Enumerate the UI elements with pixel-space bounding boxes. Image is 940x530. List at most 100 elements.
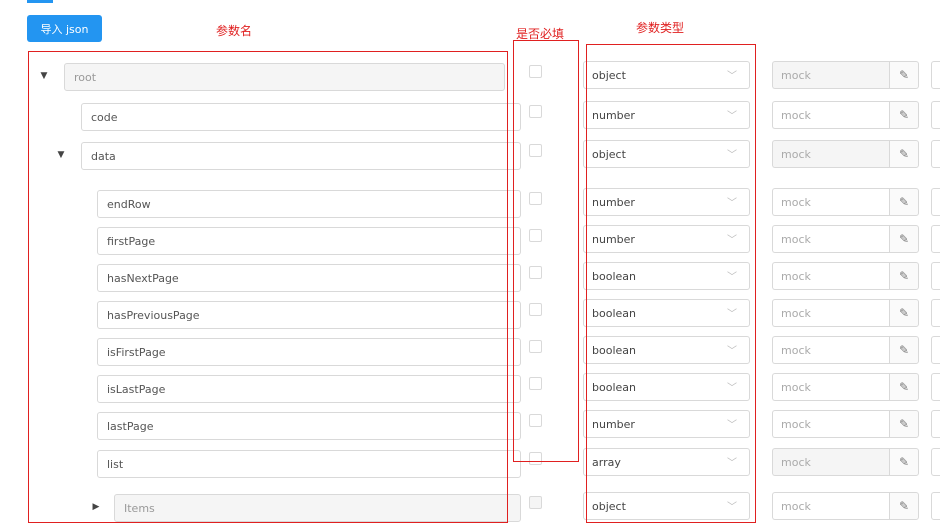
mock-input[interactable]: mock xyxy=(772,61,889,89)
chevron-down-icon: ﹀ xyxy=(727,235,737,246)
param-name-input[interactable]: list xyxy=(97,450,521,478)
row-action-button[interactable] xyxy=(931,299,940,327)
required-checkbox[interactable] xyxy=(529,105,542,118)
schema-row: code number ﹀ mock ✎ xyxy=(0,101,940,131)
row-action-button[interactable] xyxy=(931,188,940,216)
param-type-value: number xyxy=(592,232,635,246)
pencil-icon: ✎ xyxy=(898,195,910,209)
row-action-button[interactable] xyxy=(931,336,940,364)
param-name-input[interactable]: hasNextPage xyxy=(97,264,521,292)
pencil-icon: ✎ xyxy=(898,455,910,469)
param-name-input[interactable]: data xyxy=(81,142,521,170)
edit-mock-button[interactable]: ✎ xyxy=(889,410,919,438)
param-type-value: array xyxy=(592,455,621,469)
pencil-icon: ✎ xyxy=(898,108,910,122)
param-type-select[interactable]: number ﹀ xyxy=(583,225,750,253)
schema-row: isLastPage boolean ﹀ mock ✎ xyxy=(0,373,940,403)
mock-input[interactable]: mock xyxy=(772,140,889,168)
pencil-icon: ✎ xyxy=(898,499,910,513)
row-action-button[interactable] xyxy=(931,492,940,520)
edit-mock-button[interactable]: ✎ xyxy=(889,492,919,520)
schema-row: list array ﹀ mock ✎ xyxy=(0,448,940,478)
param-type-select[interactable]: object ﹀ xyxy=(583,492,750,520)
chevron-down-icon: ﹀ xyxy=(727,150,737,161)
param-type-select[interactable]: object ﹀ xyxy=(583,61,750,89)
edit-mock-button[interactable]: ✎ xyxy=(889,448,919,476)
mock-input[interactable]: mock xyxy=(772,373,889,401)
param-name-input[interactable]: isLastPage xyxy=(97,375,521,403)
param-name-input[interactable]: Items xyxy=(114,494,521,522)
param-name-input[interactable]: code xyxy=(81,103,521,131)
row-action-button[interactable] xyxy=(931,373,940,401)
annotation-param-type-label: 参数类型 xyxy=(636,21,685,35)
param-type-select[interactable]: number ﹀ xyxy=(583,188,750,216)
param-type-select[interactable]: boolean ﹀ xyxy=(583,373,750,401)
param-type-value: boolean xyxy=(592,343,636,357)
row-action-button[interactable] xyxy=(931,225,940,253)
required-checkbox[interactable] xyxy=(529,340,542,353)
param-type-select[interactable]: boolean ﹀ xyxy=(583,336,750,364)
chevron-down-icon: ﹀ xyxy=(727,383,737,394)
chevron-down-icon: ﹀ xyxy=(727,346,737,357)
required-checkbox[interactable] xyxy=(529,452,542,465)
param-type-select[interactable]: object ﹀ xyxy=(583,140,750,168)
mock-input[interactable]: mock xyxy=(772,336,889,364)
param-type-select[interactable]: boolean ﹀ xyxy=(583,262,750,290)
param-type-value: boolean xyxy=(592,269,636,283)
row-action-button[interactable] xyxy=(931,262,940,290)
required-checkbox[interactable] xyxy=(529,229,542,242)
param-type-select[interactable]: number ﹀ xyxy=(583,101,750,129)
required-checkbox[interactable] xyxy=(529,496,542,509)
required-checkbox[interactable] xyxy=(529,303,542,316)
param-name-input[interactable]: endRow xyxy=(97,190,521,218)
required-checkbox[interactable] xyxy=(529,192,542,205)
row-action-button[interactable] xyxy=(931,61,940,89)
mock-input[interactable]: mock xyxy=(772,448,889,476)
edit-mock-button[interactable]: ✎ xyxy=(889,225,919,253)
edit-mock-button[interactable]: ✎ xyxy=(889,299,919,327)
row-action-button[interactable] xyxy=(931,448,940,476)
param-type-select[interactable]: array ﹀ xyxy=(583,448,750,476)
mock-input[interactable]: mock xyxy=(772,262,889,290)
mock-input[interactable]: mock xyxy=(772,101,889,129)
edit-mock-button[interactable]: ✎ xyxy=(889,101,919,129)
edit-mock-button[interactable]: ✎ xyxy=(889,262,919,290)
mock-input[interactable]: mock xyxy=(772,299,889,327)
required-checkbox[interactable] xyxy=(529,65,542,78)
edit-mock-button[interactable]: ✎ xyxy=(889,373,919,401)
caret-down-icon[interactable]: ▼ xyxy=(55,149,67,161)
param-name-input[interactable]: hasPreviousPage xyxy=(97,301,521,329)
required-checkbox[interactable] xyxy=(529,377,542,390)
row-action-button[interactable] xyxy=(931,140,940,168)
param-type-select[interactable]: boolean ﹀ xyxy=(583,299,750,327)
mock-input[interactable]: mock xyxy=(772,410,889,438)
required-checkbox[interactable] xyxy=(529,144,542,157)
edit-mock-button[interactable]: ✎ xyxy=(889,188,919,216)
row-action-button[interactable] xyxy=(931,101,940,129)
schema-row: isFirstPage boolean ﹀ mock ✎ xyxy=(0,336,940,366)
active-tab-indicator xyxy=(27,0,53,3)
pencil-icon: ✎ xyxy=(898,68,910,82)
param-name-input[interactable]: isFirstPage xyxy=(97,338,521,366)
required-checkbox[interactable] xyxy=(529,266,542,279)
edit-mock-button[interactable]: ✎ xyxy=(889,61,919,89)
import-json-button[interactable]: 导入 json xyxy=(27,15,102,42)
edit-mock-button[interactable]: ✎ xyxy=(889,336,919,364)
param-name-input[interactable]: root xyxy=(64,63,505,91)
caret-down-icon[interactable]: ▼ xyxy=(38,70,50,82)
mock-input[interactable]: mock xyxy=(772,188,889,216)
required-checkbox[interactable] xyxy=(529,414,542,427)
param-type-value: boolean xyxy=(592,306,636,320)
chevron-down-icon: ﹀ xyxy=(727,309,737,320)
param-name-input[interactable]: firstPage xyxy=(97,227,521,255)
edit-mock-button[interactable]: ✎ xyxy=(889,140,919,168)
mock-input[interactable]: mock xyxy=(772,492,889,520)
caret-right-icon[interactable]: ▶ xyxy=(90,501,102,513)
schema-row: ▼ data object ﹀ mock ✎ xyxy=(0,140,940,170)
pencil-icon: ✎ xyxy=(898,306,910,320)
param-type-select[interactable]: number ﹀ xyxy=(583,410,750,438)
pencil-icon: ✎ xyxy=(898,380,910,394)
param-name-input[interactable]: lastPage xyxy=(97,412,521,440)
mock-input[interactable]: mock xyxy=(772,225,889,253)
row-action-button[interactable] xyxy=(931,410,940,438)
